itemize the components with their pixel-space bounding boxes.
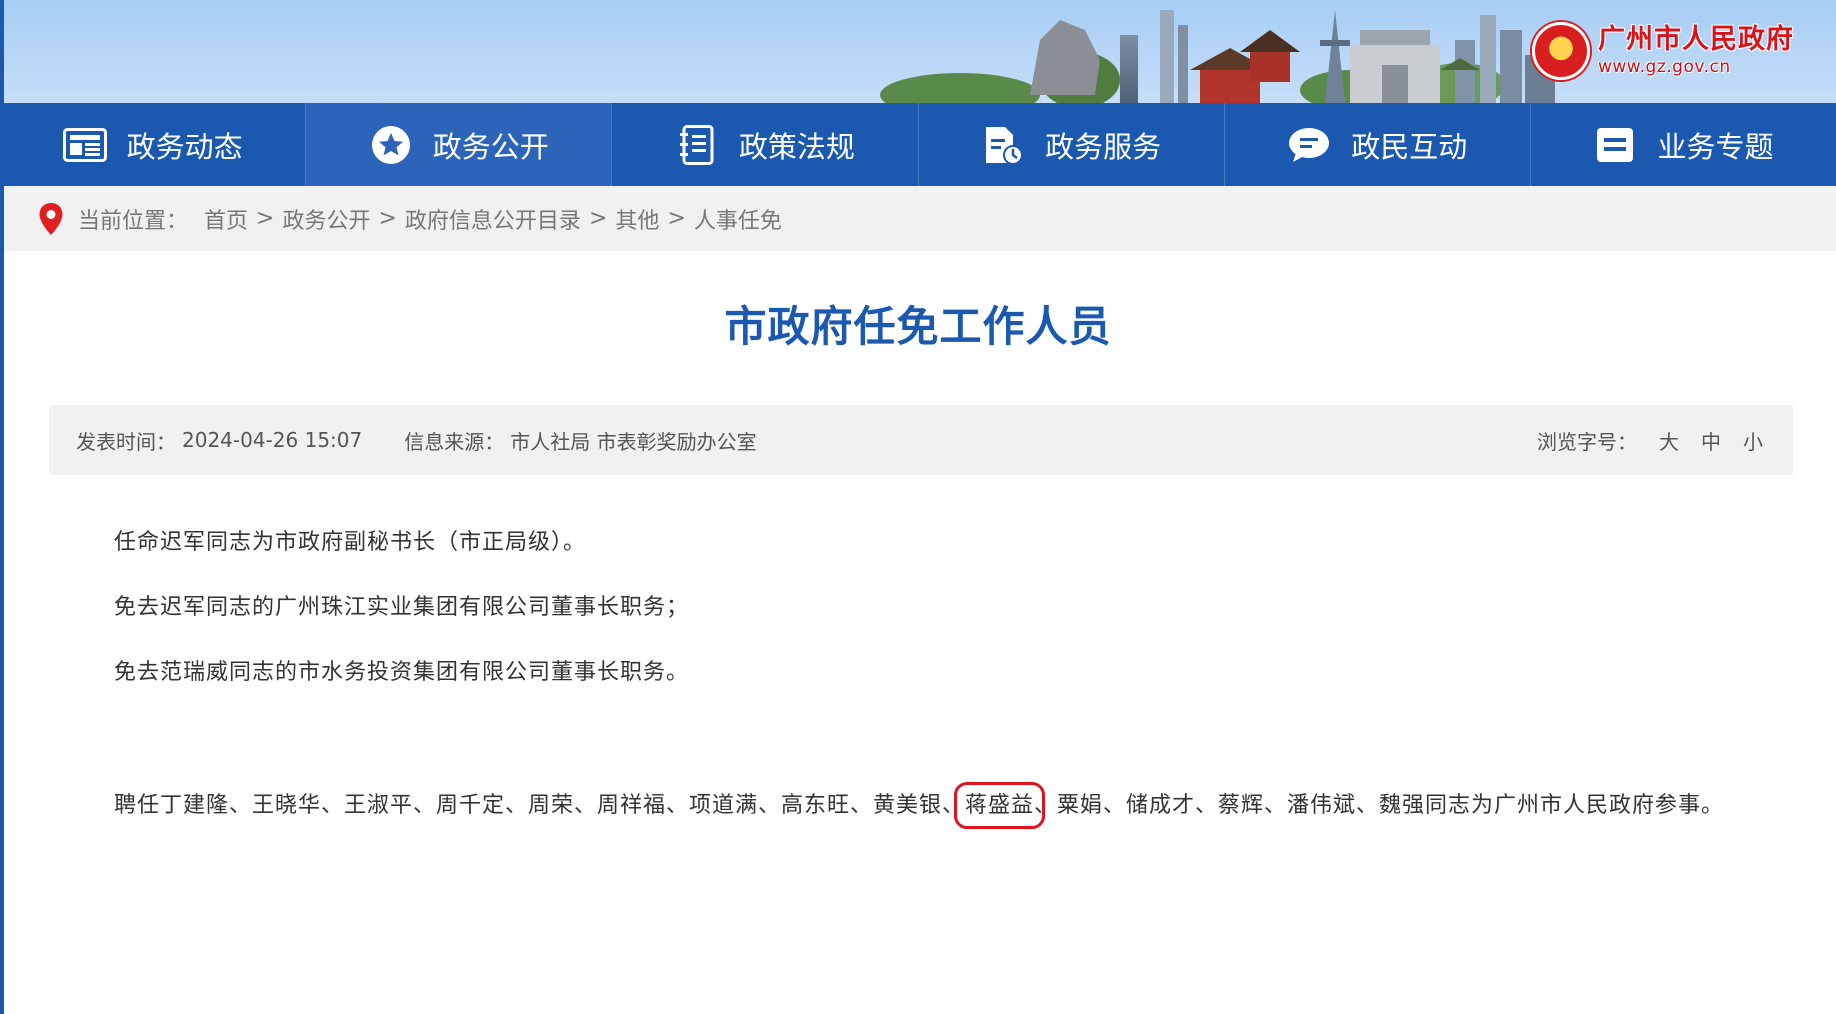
breadcrumb-separator: > xyxy=(256,206,275,231)
publish-time-value: 2024-04-26 15:07 xyxy=(182,428,363,452)
nav-label: 政务服务 xyxy=(1045,129,1162,164)
chat-bubble-icon xyxy=(1287,123,1331,167)
font-size-label: 浏览字号： xyxy=(1537,429,1637,454)
font-size-large-button[interactable]: 大 xyxy=(1659,426,1679,455)
breadcrumb-info-catalog[interactable]: 政府信息公开目录 xyxy=(405,203,581,235)
paragraph-counselors: 聘任丁建隆、王晓华、王淑平、周千定、周荣、周祥福、项道满、高东旺、黄美银、蒋盛益… xyxy=(66,782,1780,829)
main-nav: 政务动态 政务公开 政策法规 政务服务 政民互动 业务专题 xyxy=(0,103,1836,186)
site-logo-title: 广州市人民政府 xyxy=(1598,24,1794,55)
nav-item-interaction[interactable]: 政民互动 xyxy=(1225,103,1531,186)
publish-time-label: 发表时间： xyxy=(76,429,176,454)
government-emblem-icon xyxy=(1532,22,1590,80)
breadcrumb-separator: > xyxy=(378,206,397,231)
nav-label: 政民互动 xyxy=(1351,129,1468,164)
article-content: 任命迟军同志为市政府副秘书长（市正局级）。 免去迟军同志的广州珠江实业集团有限公… xyxy=(66,524,1780,829)
nav-label: 政务动态 xyxy=(126,129,243,164)
notebook-icon xyxy=(675,123,719,167)
font-size-small-button[interactable]: 小 xyxy=(1743,426,1763,455)
breadcrumb-separator: > xyxy=(667,206,686,231)
site-logo-url: www.gz.gov.cn xyxy=(1598,57,1731,77)
counselors-text-after: 、粟娟、储成才、蔡辉、潘伟斌、魏强同志为广州市人民政府参事。 xyxy=(1034,793,1725,818)
highlighted-name: 蒋盛益 xyxy=(954,782,1046,829)
breadcrumb-personnel[interactable]: 人事任免 xyxy=(694,203,782,235)
breadcrumb-label: 当前位置： xyxy=(78,208,189,234)
newspaper-icon xyxy=(62,123,107,167)
breadcrumb-separator: > xyxy=(588,206,608,231)
page: 广州市人民政府 www.gz.gov.cn 政务动态 政务公开 政策法规 政务服… xyxy=(0,0,1836,1014)
nav-item-open-government[interactable]: 政务公开 xyxy=(306,103,613,186)
site-banner: 广州市人民政府 www.gz.gov.cn xyxy=(0,0,1836,103)
source-value: 市人社局 市表彰奖励办公室 xyxy=(510,429,757,454)
list-icon xyxy=(1593,123,1637,167)
star-badge-icon xyxy=(369,123,413,167)
nav-item-services[interactable]: 政务服务 xyxy=(919,103,1225,186)
paragraph-appointment: 任命迟军同志为市政府副秘书长（市正局级）。 xyxy=(114,530,587,555)
breadcrumb-open-government[interactable]: 政务公开 xyxy=(282,203,370,235)
location-pin-icon xyxy=(39,202,63,235)
counselors-text-before: 聘任丁建隆、王晓华、王淑平、周千定、周荣、周祥福、项道满、高东旺、黄美银、 xyxy=(114,793,966,818)
article-title: 市政府任免工作人员 xyxy=(724,302,1112,351)
paragraph-removal-2: 免去范瑞威同志的市水务投资集团有限公司董事长职务。 xyxy=(114,660,690,685)
nav-item-policies[interactable]: 政策法规 xyxy=(612,103,919,186)
breadcrumb-home[interactable]: 首页 xyxy=(204,203,248,235)
nav-label: 业务专题 xyxy=(1657,129,1774,164)
nav-item-news[interactable]: 政务动态 xyxy=(0,103,307,186)
nav-label: 政策法规 xyxy=(738,129,855,164)
font-size-medium-button[interactable]: 中 xyxy=(1701,426,1721,455)
article-meta-bar: 发表时间： 2024-04-26 15:07 信息来源： 市人社局 市表彰奖励办… xyxy=(49,405,1793,475)
nav-label: 政务公开 xyxy=(432,129,549,164)
nav-item-topics[interactable]: 业务专题 xyxy=(1531,103,1836,186)
paragraph-removal-1: 免去迟军同志的广州珠江实业集团有限公司董事长职务； xyxy=(114,595,690,620)
source-label: 信息来源： xyxy=(404,429,505,454)
breadcrumb-other[interactable]: 其他 xyxy=(615,203,659,235)
document-service-icon xyxy=(981,123,1025,167)
left-edge-rule xyxy=(0,0,4,1014)
breadcrumb: 当前位置： 首页 > 政务公开 > 政府信息公开目录 > 其他 > 人事任免 xyxy=(0,186,1836,251)
site-logo[interactable]: 广州市人民政府 www.gz.gov.cn xyxy=(1532,22,1794,80)
